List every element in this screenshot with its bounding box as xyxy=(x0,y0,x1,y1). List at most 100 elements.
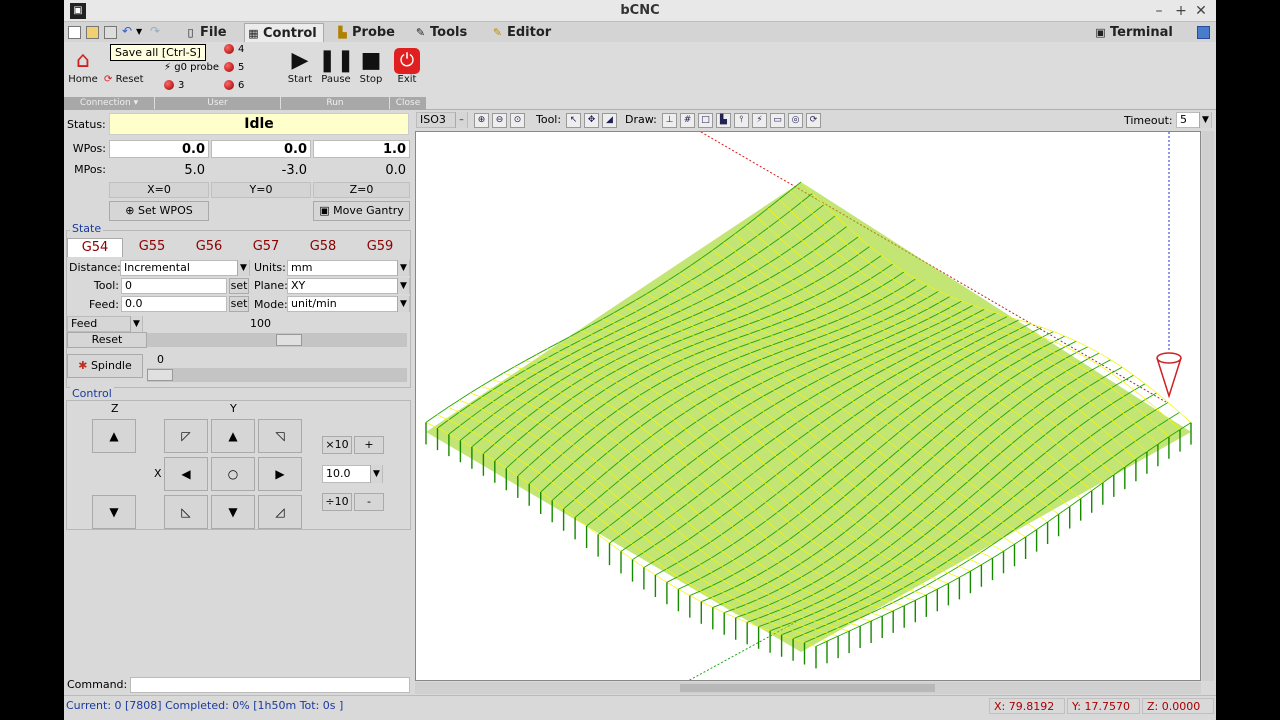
jog-home-button[interactable]: ○ xyxy=(211,457,255,491)
tab-control[interactable]: ▦ Control xyxy=(244,23,324,42)
step-minus-button[interactable]: - xyxy=(354,493,384,511)
led-icon xyxy=(164,80,174,90)
progress-text: Current: 0 [7808] Completed: 0% [1h50m T… xyxy=(66,699,344,712)
stop-button[interactable]: ■ Stop xyxy=(356,48,386,85)
undo-dropdown-icon[interactable]: ▼ xyxy=(136,26,149,39)
tab-tools[interactable]: ✎ Tools xyxy=(412,23,480,42)
save-icon[interactable] xyxy=(104,26,117,39)
mode-select[interactable]: unit/min ▼ xyxy=(287,296,410,312)
user-button-5[interactable]: 5 xyxy=(224,62,244,73)
arrow-down-right-icon: ◿ xyxy=(275,505,285,519)
axes-icon[interactable]: ⊥ xyxy=(662,113,677,128)
home-button[interactable]: ⌂ Home xyxy=(66,48,100,85)
connection-group-label[interactable]: Connection ▾ xyxy=(64,97,154,110)
zoom-in-icon[interactable]: ⊕ xyxy=(474,113,489,128)
workarea-icon[interactable]: ▙ xyxy=(716,113,731,128)
override-reset-button[interactable]: Reset xyxy=(67,332,147,348)
tab-g54[interactable]: G54 xyxy=(67,238,123,257)
margins-icon[interactable]: □ xyxy=(698,113,713,128)
grid-icon[interactable]: # xyxy=(680,113,695,128)
pan-icon[interactable]: ✥ xyxy=(584,113,599,128)
tab-file[interactable]: ▯ File xyxy=(182,23,232,42)
user-button-4[interactable]: 4 xyxy=(224,44,244,55)
tab-g57[interactable]: G57 xyxy=(238,238,294,257)
user-button-3[interactable]: 3 xyxy=(164,80,184,91)
set-tool-button[interactable]: set xyxy=(229,278,249,294)
jog-xminus-yminus-button[interactable]: ◺ xyxy=(164,495,208,529)
step-times10-button[interactable]: ×10 xyxy=(322,436,352,454)
jog-xminus-button[interactable]: ◀ xyxy=(164,457,208,491)
start-button[interactable]: ▶ Start xyxy=(284,48,316,85)
set-feed-button[interactable]: set xyxy=(229,296,249,312)
set-wpos-button[interactable]: ⊕ Set WPOS xyxy=(109,201,209,221)
view-select[interactable]: ISO3– xyxy=(416,112,468,128)
pause-button[interactable]: ❚❚ Pause xyxy=(318,48,355,85)
tab-probe[interactable]: ▙ Probe xyxy=(334,23,406,42)
feed-input[interactable]: 0.0 xyxy=(121,296,227,312)
jog-yplus-button[interactable]: ▲ xyxy=(211,419,255,453)
move-gantry-button[interactable]: ▣ Move Gantry xyxy=(313,201,410,221)
command-input[interactable] xyxy=(130,677,410,693)
gcode-canvas[interactable] xyxy=(415,131,1201,681)
select-pointer-icon[interactable]: ↖ xyxy=(566,113,581,128)
minimize-button[interactable]: – xyxy=(1150,2,1168,20)
wpos-x[interactable]: 0.0 xyxy=(109,140,209,158)
zoom-out-icon[interactable]: ⊖ xyxy=(492,113,507,128)
override-select[interactable]: Feed ▼ xyxy=(67,316,143,332)
tab-terminal[interactable]: ▣ Terminal xyxy=(1092,23,1180,42)
jog-z-up-button[interactable]: ▲ xyxy=(92,419,136,453)
maximize-button[interactable]: + xyxy=(1172,2,1190,20)
jog-z-down-button[interactable]: ▼ xyxy=(92,495,136,529)
jog-yminus-button[interactable]: ▼ xyxy=(211,495,255,529)
step-plus-button[interactable]: + xyxy=(354,436,384,454)
status-bar: Current: 0 [7808] Completed: 0% [1h50m T… xyxy=(64,695,1216,715)
redo-icon[interactable]: ↷ xyxy=(150,25,163,39)
tab-g59[interactable]: G59 xyxy=(352,238,408,257)
spindle-slider-thumb[interactable] xyxy=(147,369,173,381)
timeout-select[interactable]: 5 ▼ xyxy=(1176,112,1212,128)
zero-y-button[interactable]: Y=0 xyxy=(211,182,311,198)
paths-icon[interactable]: ▭ xyxy=(770,113,785,128)
ruler-icon[interactable]: ◢ xyxy=(602,113,617,128)
tab-g55[interactable]: G55 xyxy=(124,238,180,257)
units-select[interactable]: mm ▼ xyxy=(287,260,410,276)
camera-icon[interactable]: ◎ xyxy=(788,113,803,128)
tool-input[interactable]: 0 xyxy=(121,278,227,294)
tab-g56[interactable]: G56 xyxy=(181,238,237,257)
zero-z-button[interactable]: Z=0 xyxy=(313,182,410,198)
canvas-vertical-scrollbar[interactable] xyxy=(1202,131,1214,681)
scrollbar-thumb[interactable] xyxy=(680,684,935,692)
zero-x-button[interactable]: X=0 xyxy=(109,182,209,198)
reset-button[interactable]: ⟳ Reset xyxy=(104,74,154,85)
jog-xplus-yminus-button[interactable]: ◿ xyxy=(258,495,302,529)
close-button[interactable]: ✕ xyxy=(1192,2,1210,20)
jog-xplus-button[interactable]: ▶ xyxy=(258,457,302,491)
override-slider-thumb[interactable] xyxy=(275,334,302,346)
redraw-icon[interactable]: ⟳ xyxy=(806,113,821,128)
exit-button[interactable]: ⏻ Exit xyxy=(392,48,422,85)
new-file-icon[interactable] xyxy=(68,26,81,39)
user-button-6[interactable]: 6 xyxy=(224,80,244,91)
spindle-slider[interactable] xyxy=(147,368,407,382)
zoom-fit-icon[interactable]: ⊙ xyxy=(510,113,525,128)
spindle-button[interactable]: ✱ Spindle xyxy=(67,354,143,378)
canvas-horizontal-scrollbar[interactable] xyxy=(415,682,1201,694)
step-select[interactable]: 10.0 ▼ xyxy=(322,465,383,483)
plane-select[interactable]: XY ▼ xyxy=(287,278,410,294)
probe-draw-icon[interactable]: ⫯ xyxy=(734,113,749,128)
jog-xminus-yplus-button[interactable]: ◸ xyxy=(164,419,208,453)
user-button-1[interactable]: ⚡ g0 probe xyxy=(164,62,219,73)
probe-mesh-view xyxy=(425,132,1192,680)
override-slider[interactable] xyxy=(147,333,407,347)
jog-xplus-yplus-button[interactable]: ◹ xyxy=(258,419,302,453)
tab-editor[interactable]: ✎ Editor xyxy=(489,23,561,42)
tab-g58[interactable]: G58 xyxy=(295,238,351,257)
open-folder-icon[interactable] xyxy=(86,26,99,39)
wpos-z[interactable]: 1.0 xyxy=(313,140,410,158)
help-icon[interactable] xyxy=(1197,26,1210,39)
step-divide10-button[interactable]: ÷10 xyxy=(322,493,352,511)
distance-select[interactable]: Incremental ▼ xyxy=(120,260,250,276)
wpos-y[interactable]: 0.0 xyxy=(211,140,311,158)
rapid-icon[interactable]: ⚡ xyxy=(752,113,767,128)
undo-icon[interactable]: ↶ xyxy=(122,25,135,39)
